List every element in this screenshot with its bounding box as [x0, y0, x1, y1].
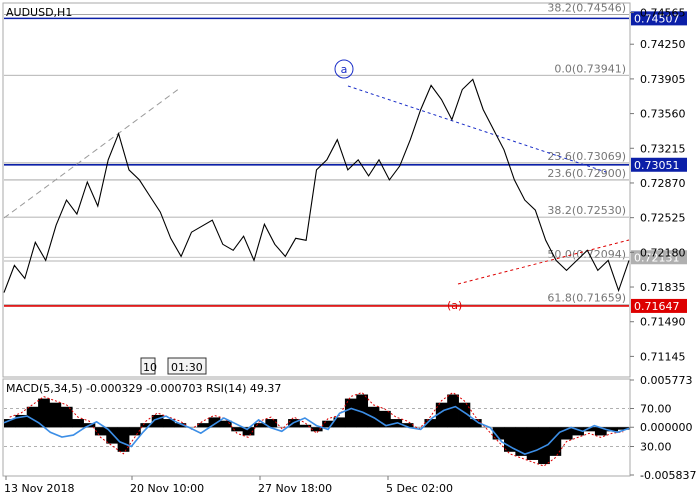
price-tick-label: 0.74565 — [640, 7, 686, 20]
fib-level-label: 38.2(0.72530) — [547, 204, 626, 217]
indicator-tick-label: -0.005837 — [640, 469, 696, 482]
indicator-tick-label: 70.00 — [640, 403, 672, 416]
fib-level-label: 0.0(0.73941) — [554, 62, 626, 75]
macd-bar — [60, 406, 73, 428]
price-tick-label: 0.72180 — [640, 246, 686, 259]
period-button-10[interactable]: 10 — [143, 361, 157, 374]
time-tick-label: 5 Dec 02:00 — [386, 482, 453, 495]
indicator-header: MACD(5,34,5) -0.000329 -0.000703 RSI(14)… — [6, 382, 281, 395]
price-tick-label: 0.72870 — [640, 177, 686, 190]
time-tick-label: 13 Nov 2018 — [4, 482, 74, 495]
macd-bar — [231, 427, 244, 432]
period-button-0130[interactable]: 01:30 — [171, 361, 203, 374]
macd-bar — [72, 419, 84, 428]
wave-label-a-paren: (a) — [447, 299, 462, 312]
price-tick-label: 0.73905 — [640, 73, 686, 86]
fib-level-label: 23.6(0.72900) — [547, 167, 626, 180]
price-tick-label: 0.71145 — [640, 350, 686, 363]
price-badge-label: 0.71647 — [634, 300, 680, 313]
price-tick-label: 0.71490 — [640, 316, 686, 329]
indicator-tick-label: 0.005773 — [640, 374, 693, 387]
indicator-tick-label: 0.000000 — [640, 421, 693, 434]
macd-bar — [344, 398, 357, 428]
chart-symbol-title: AUDUSD,H1 — [6, 6, 72, 19]
macd-bar — [538, 427, 550, 465]
price-tick-label: 0.73560 — [640, 108, 686, 121]
macd-bar — [526, 427, 539, 460]
main-panel-frame — [2, 2, 631, 378]
price-tick-label: 0.71835 — [640, 281, 686, 294]
price-tick-label: 0.74250 — [640, 38, 686, 51]
fib-level-label: 38.2(0.74546) — [547, 1, 626, 14]
time-tick-label: 27 Nov 18:00 — [258, 482, 332, 495]
time-tick-label: 20 Nov 10:00 — [130, 482, 204, 495]
macd-bar — [49, 402, 62, 428]
time-axis: 13 Nov 2018 20 Nov 10:00 27 Nov 18:00 5 Dec… — [4, 476, 453, 495]
price-tick-label: 0.72525 — [640, 212, 686, 225]
price-badge-label: 0.73051 — [634, 159, 680, 172]
indicator-tick-label: 30.00 — [640, 441, 672, 454]
indicator-axis: 0.005773 70.00 0.000000 30.00 -0.005837 — [630, 374, 696, 482]
price-tick-label: 0.73215 — [640, 142, 686, 155]
trading-chart: 38.2(0.74546)0.0(0.73941)23.6(0.73069)23… — [2, 1, 696, 495]
fib-level-label: 61.8(0.71659) — [547, 292, 626, 305]
macd-bar — [447, 394, 459, 428]
chart-root: 38.2(0.74546) 0.0(0.73941) 23.6(0.73069) 23… — [0, 0, 700, 500]
fib-level-label: 50.0(0.72094) — [547, 248, 626, 261]
wave-label-a: a — [341, 63, 348, 76]
